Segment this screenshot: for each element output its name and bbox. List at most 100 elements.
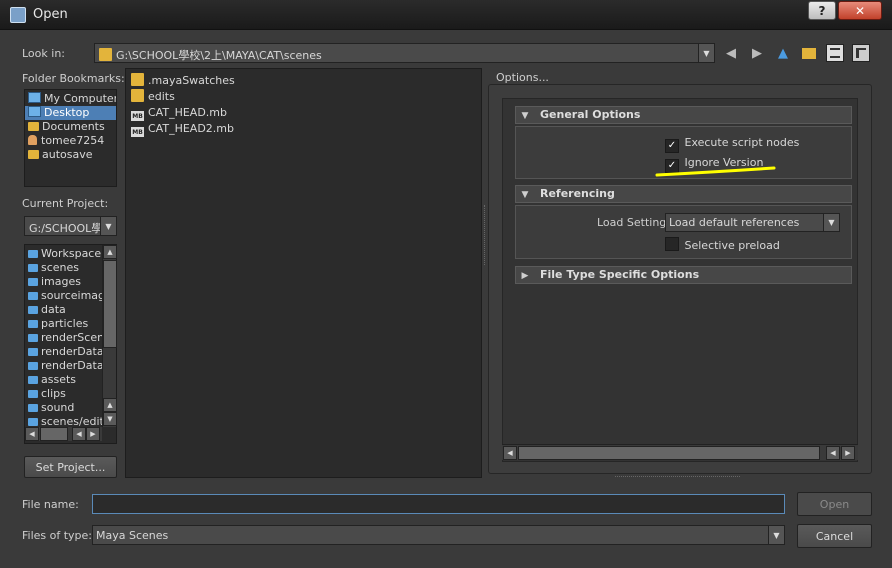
folder-icon (28, 404, 38, 412)
scroll-thumb[interactable] (103, 260, 117, 348)
folder-icon (131, 89, 144, 102)
set-project-button[interactable]: Set Project... (24, 456, 117, 478)
folder-icon (99, 48, 112, 61)
list-view-icon[interactable] (826, 44, 844, 62)
project-folder-item[interactable]: particles (25, 317, 102, 331)
execute-script-nodes-checkbox[interactable]: ✓ (665, 139, 679, 153)
collapse-triangle-icon: ▼ (521, 111, 529, 121)
up-icon[interactable]: ▲ (774, 44, 792, 62)
files-of-type-label: Files of type: (22, 529, 93, 542)
folder-icon (28, 278, 38, 286)
project-folder-item[interactable]: sound (25, 401, 102, 415)
scroll-up-icon[interactable]: ▲ (103, 398, 117, 412)
file-item-mayaswatches[interactable]: .mayaSwatches (128, 73, 481, 89)
folder-icon (28, 264, 38, 272)
folder-icon (28, 334, 38, 342)
scroll-left-icon[interactable]: ◀ (826, 446, 840, 460)
files-of-type-combo[interactable]: Maya Scenes ▼ (92, 525, 785, 545)
load-settings-combo[interactable]: Load default references ▼ (665, 213, 840, 232)
splitter-handle[interactable] (484, 205, 487, 265)
folder-icon (28, 122, 39, 131)
maya-binary-file-icon: MB (131, 127, 144, 137)
current-project-value: G:/SCHOOL學 (29, 222, 103, 235)
window-title: Open (33, 7, 68, 22)
scroll-up-icon[interactable]: ▲ (103, 245, 117, 259)
new-folder-icon[interactable] (800, 44, 818, 62)
file-name-input[interactable] (92, 494, 785, 514)
selective-preload-row[interactable]: Selective preload (665, 237, 780, 252)
maya-app-icon (10, 7, 26, 23)
scroll-thumb[interactable] (40, 427, 68, 441)
chevron-down-icon: ▼ (768, 526, 784, 544)
folder-icon (28, 418, 38, 426)
folder-icon (28, 150, 39, 159)
project-folder-item[interactable]: sourceimage (25, 289, 102, 303)
current-project-combo[interactable]: G:/SCHOOL學 ▼ (24, 216, 117, 236)
scroll-left-icon[interactable]: ◀ (25, 427, 39, 441)
scroll-down-icon[interactable]: ▼ (103, 412, 117, 426)
folder-icon (28, 390, 38, 398)
referencing-header[interactable]: ▼ Referencing (515, 185, 852, 203)
file-type-options-header[interactable]: ▶ File Type Specific Options (515, 266, 852, 284)
project-folders-list: Workspace F scenes images sourceimage da… (24, 244, 117, 444)
project-folder-item[interactable]: scenes (25, 261, 102, 275)
scroll-right-icon[interactable]: ▶ (86, 427, 100, 441)
folder-icon (28, 320, 38, 328)
file-list: .mayaSwatches edits MB CAT_HEAD.mb MB CAT_… (125, 68, 482, 478)
folder-icon (28, 292, 38, 300)
bookmark-autosave[interactable]: autosave (25, 148, 116, 162)
splitter-handle[interactable] (615, 476, 740, 479)
scroll-right-icon[interactable]: ▶ (841, 446, 855, 460)
project-list-hscrollbar[interactable]: ◀ ◀ ▶ (25, 427, 102, 441)
open-button[interactable]: Open (797, 492, 872, 516)
chevron-down-icon: ▼ (698, 44, 714, 62)
bookmarks-label: Folder Bookmarks: (22, 72, 125, 85)
forward-icon[interactable]: ▶ (748, 44, 766, 62)
project-folder-item[interactable]: Workspace F (25, 247, 102, 261)
close-button[interactable]: ✕ (838, 1, 882, 20)
project-folder-item[interactable]: assets (25, 373, 102, 387)
project-folder-item[interactable]: clips (25, 387, 102, 401)
help-button[interactable]: ? (808, 1, 836, 20)
scroll-thumb[interactable] (518, 446, 820, 460)
general-options-header[interactable]: ▼ General Options (515, 106, 852, 124)
project-folder-item[interactable]: renderScene (25, 331, 102, 345)
cancel-button[interactable]: Cancel (797, 524, 872, 548)
yellow-highlight-annotation (655, 166, 776, 177)
selective-preload-checkbox[interactable] (665, 237, 679, 251)
file-item-cat-head[interactable]: MB CAT_HEAD.mb (128, 105, 481, 121)
file-item-edits[interactable]: edits (128, 89, 481, 105)
file-name-label: File name: (22, 498, 79, 511)
look-in-combo[interactable]: G:\SCHOOL學校\2上\MAYA\CAT\scenes ▼ (94, 43, 715, 63)
load-settings-label: Load Settings (597, 216, 673, 229)
look-in-label: Look in: (22, 47, 65, 60)
project-folder-item[interactable]: renderData/ (25, 345, 102, 359)
expand-triangle-icon: ▶ (521, 271, 529, 281)
title-bar (0, 0, 892, 30)
chevron-down-icon: ▼ (100, 217, 116, 235)
options-hscrollbar[interactable]: ◀ ◀ ▶ (502, 444, 858, 460)
file-item-cat-head2[interactable]: MB CAT_HEAD2.mb (128, 121, 481, 137)
current-project-label: Current Project: (22, 197, 109, 210)
computer-icon (28, 92, 41, 103)
bookmark-documents[interactable]: Documents (25, 120, 116, 134)
load-settings-value: Load default references (669, 216, 800, 229)
folder-icon (28, 250, 38, 258)
bookmark-my-computer[interactable]: My Computer (25, 92, 116, 106)
scroll-left-icon[interactable]: ◀ (503, 446, 517, 460)
folder-icon (28, 348, 38, 356)
project-folder-item[interactable]: renderData/ (25, 359, 102, 373)
scroll-left-icon[interactable]: ◀ (72, 427, 86, 441)
project-folder-item[interactable]: images (25, 275, 102, 289)
folder-icon (28, 306, 38, 314)
project-list-vscrollbar[interactable]: ▲ ▲ ▼ (102, 245, 117, 427)
user-icon (28, 135, 37, 145)
project-folder-item[interactable]: data (25, 303, 102, 317)
bookmarks-list: My Computer Desktop Documents tomee7254 … (24, 89, 117, 187)
execute-script-nodes-row[interactable]: ✓ Execute script nodes (665, 136, 799, 153)
folder-icon (28, 362, 38, 370)
bookmark-tomee7254[interactable]: tomee7254 (25, 134, 116, 148)
back-icon[interactable]: ◀ (722, 44, 740, 62)
bookmark-desktop[interactable]: Desktop (25, 106, 116, 120)
detail-view-icon[interactable] (852, 44, 870, 62)
